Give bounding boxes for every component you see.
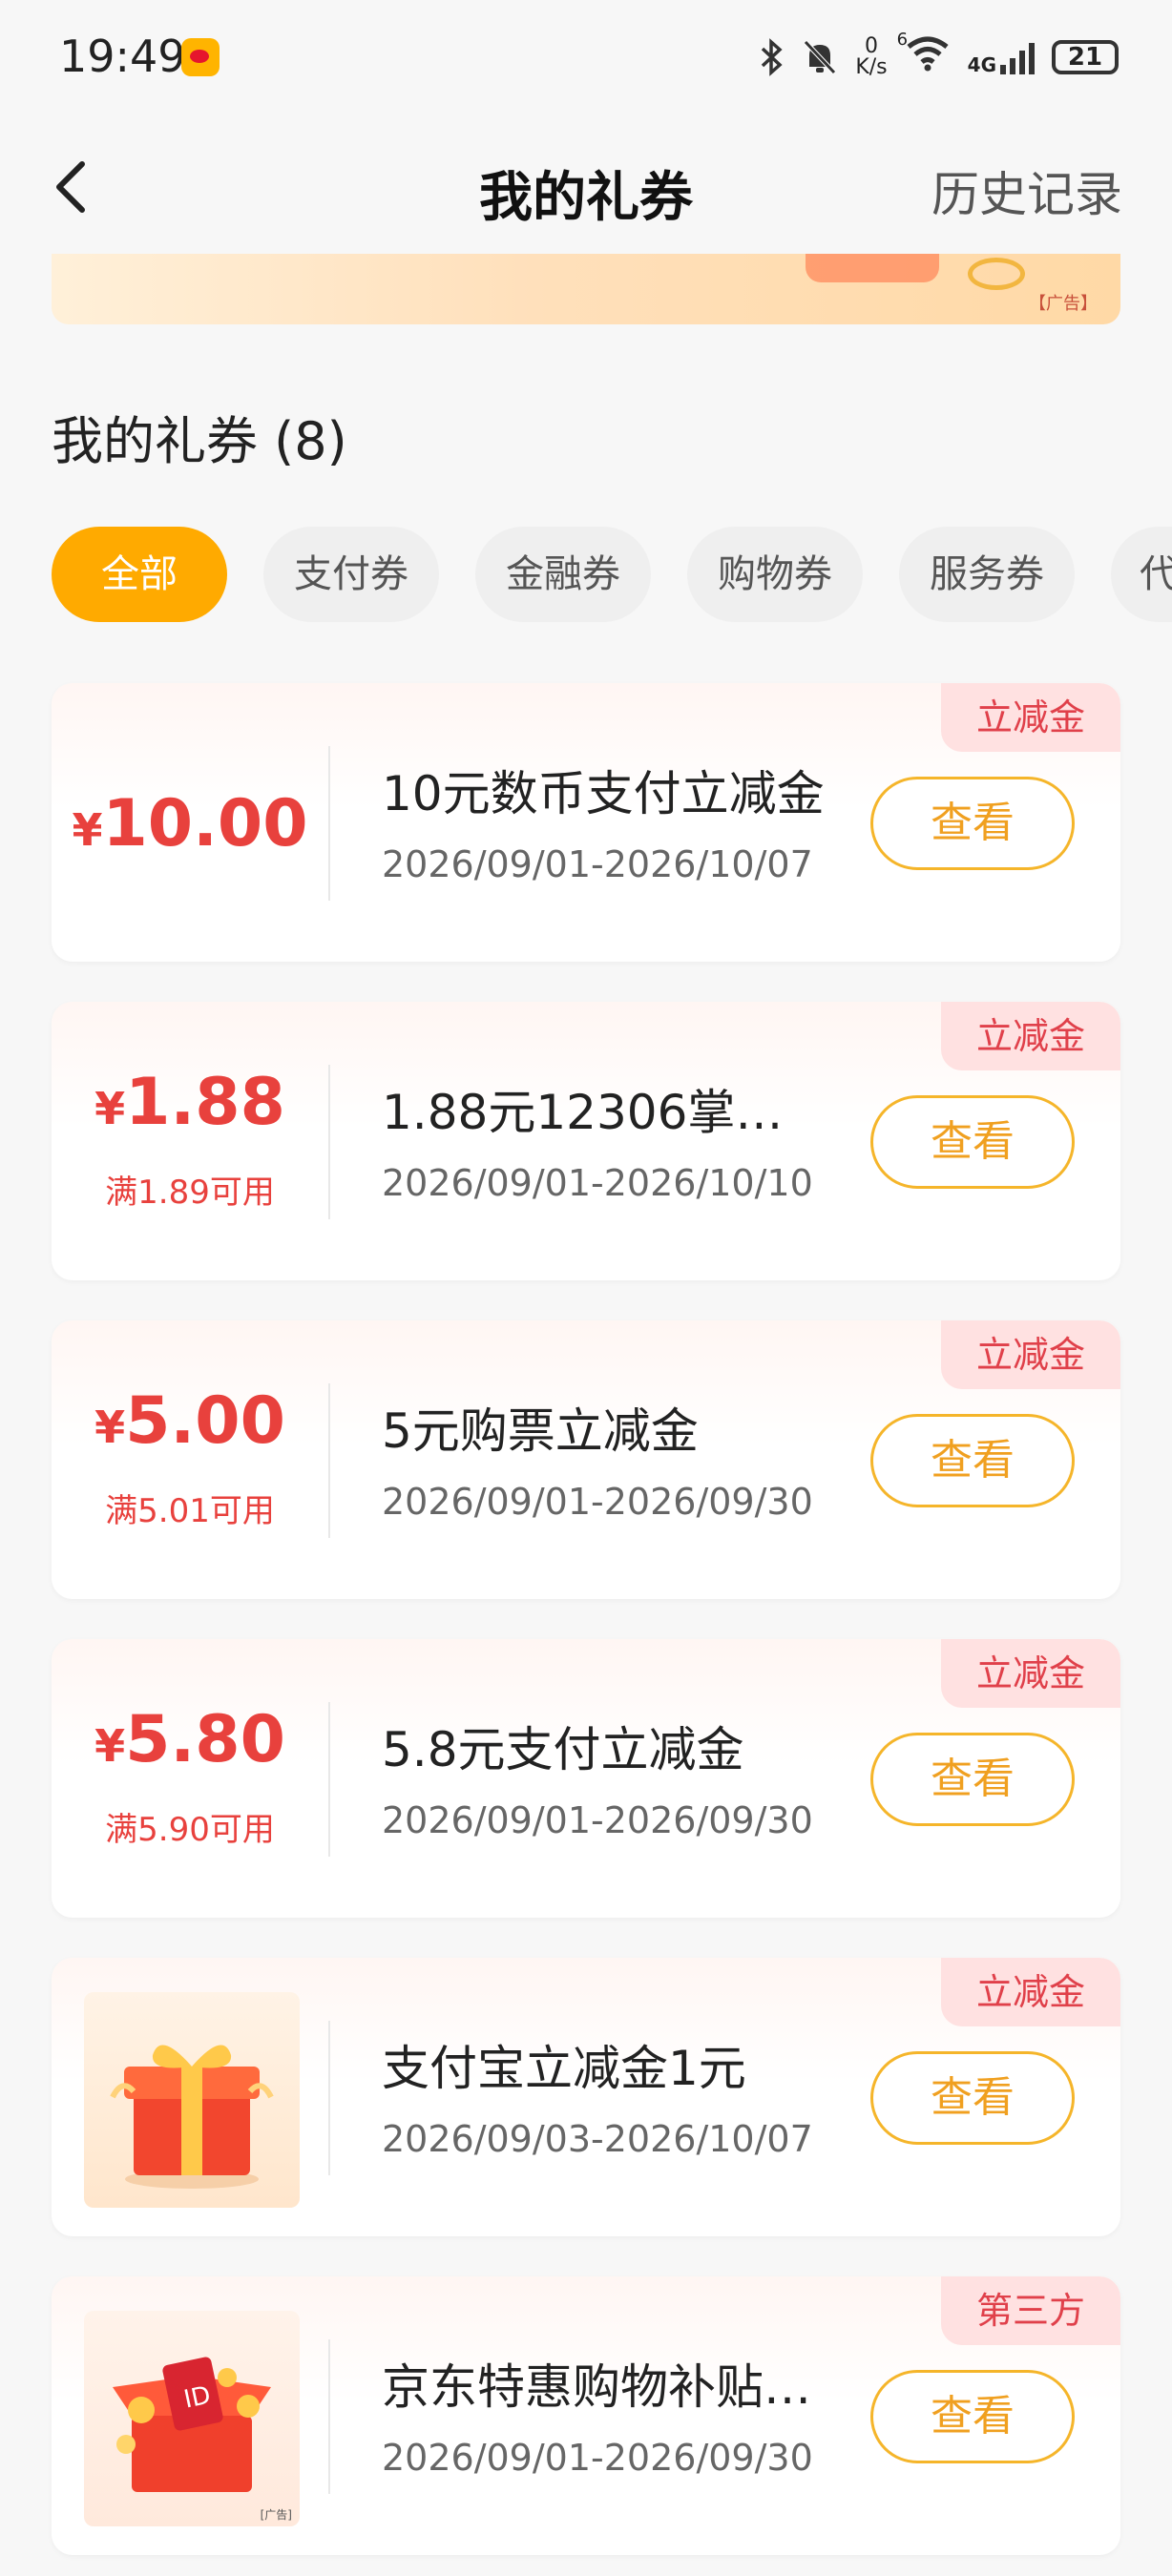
coupon-date: 2026/09/01-2026/09/30: [382, 1799, 813, 1841]
divider: [328, 2021, 330, 2175]
gift-box-icon: [110, 2045, 274, 2189]
mute-bell-icon: [804, 40, 837, 74]
view-button[interactable]: 查看: [870, 2051, 1075, 2145]
view-button[interactable]: 查看: [870, 1414, 1075, 1507]
battery-icon: 21: [1052, 40, 1119, 74]
coupon-amount: ¥1.88: [94, 1065, 285, 1140]
filter-tabs: 全部 支付券 金融券 购物券 服务券 代: [52, 527, 1172, 622]
nav-bar: 我的礼券 历史记录: [0, 134, 1172, 239]
coupon-tag: 立减金: [941, 1002, 1120, 1070]
coin-icon: [968, 258, 1025, 290]
view-button[interactable]: 查看: [870, 1733, 1075, 1826]
coupon-card[interactable]: 立减金 ¥5.80 满5.90可用 5.8元支付立减金 2026/09/01-2…: [52, 1639, 1120, 1918]
coupon-condition: 满1.89可用: [105, 1174, 275, 1212]
back-arrow-icon[interactable]: [50, 160, 97, 214]
coupon-tag: 第三方: [941, 2276, 1120, 2345]
coupon-card[interactable]: 立减金 支付宝立减金1元 2026/09/03-2026/10/07 查看: [52, 1958, 1120, 2236]
coupon-tag: 立减金: [941, 1320, 1120, 1389]
coupon-tag: 立减金: [941, 683, 1120, 752]
coupon-name: 5.8元支付立减金: [382, 1722, 744, 1777]
coupon-amount: ¥10.00: [72, 786, 308, 862]
coupon-date: 2026/09/01-2026/10/10: [382, 1162, 813, 1204]
coupon-card[interactable]: 立减金 ¥1.88 满1.89可用 1.88元12306掌银… 2026/09/…: [52, 1002, 1120, 1280]
coupon-name: 京东特惠购物补贴…: [382, 2359, 811, 2415]
tab-service[interactable]: 服务券: [899, 527, 1075, 622]
tab-payment[interactable]: 支付券: [263, 527, 439, 622]
coupon-date: 2026/09/03-2026/10/07: [382, 2118, 813, 2160]
coupon-amount: ¥5.00: [94, 1383, 285, 1459]
divider: [328, 746, 330, 901]
signal-icon: [1000, 40, 1035, 74]
coupon-name: 5元购票立减金: [382, 1403, 699, 1459]
coupon-date: 2026/09/01-2026/09/30: [382, 2437, 813, 2479]
wifi-indicator: 6: [897, 30, 951, 80]
image-ad-label: [广告]: [260, 2508, 292, 2522]
tab-all[interactable]: 全部: [52, 527, 227, 622]
section-title: 我的礼券 (8): [52, 411, 347, 471]
history-link[interactable]: 历史记录: [931, 156, 1122, 225]
status-bar: 19:49 0 K/s 6 4G 21: [0, 0, 1172, 114]
shopping-box-image: ID [广告]: [84, 2311, 300, 2526]
coupon-card[interactable]: 第三方 ID [广告] 京东特惠购物补贴… 2026/09/01-2026/09…: [52, 2276, 1120, 2555]
coupon-date: 2026/09/01-2026/09/30: [382, 1481, 813, 1523]
divider: [328, 2339, 330, 2494]
gift-box-image: [84, 1992, 300, 2208]
banner-decoration: [806, 254, 939, 282]
coupon-tag: 立减金: [941, 1639, 1120, 1708]
coupon-tag: 立减金: [941, 1958, 1120, 2026]
view-button[interactable]: 查看: [870, 777, 1075, 870]
ad-label: 【广告】: [1029, 294, 1098, 314]
ad-banner[interactable]: 【广告】: [52, 254, 1120, 324]
coupon-card[interactable]: 立减金 ¥10.00 10元数币支付立减金 2026/09/01-2026/10…: [52, 683, 1120, 962]
tab-partial[interactable]: 代: [1111, 527, 1172, 622]
coupon-name: 1.88元12306掌银…: [382, 1085, 830, 1140]
tab-shopping[interactable]: 购物券: [687, 527, 863, 622]
coupon-condition: 满5.01可用: [105, 1492, 275, 1530]
divider: [328, 1702, 330, 1857]
coupon-name: 10元数币支付立减金: [382, 766, 825, 821]
coupon-condition: 满5.90可用: [105, 1811, 275, 1849]
bluetooth-icon: [762, 38, 783, 76]
coupon-card[interactable]: 立减金 ¥5.00 满5.01可用 5元购票立减金 2026/09/01-202…: [52, 1320, 1120, 1599]
shopping-box-icon: ID: [113, 2357, 271, 2492]
tab-finance[interactable]: 金融券: [475, 527, 651, 622]
weibo-icon: [181, 38, 220, 76]
divider: [328, 1383, 330, 1538]
view-button[interactable]: 查看: [870, 1095, 1075, 1189]
coupon-name: 支付宝立减金1元: [382, 2041, 746, 2096]
status-time: 19:49: [59, 31, 186, 82]
coupon-date: 2026/09/01-2026/10/07: [382, 843, 813, 885]
divider: [328, 1065, 330, 1219]
coupon-amount: ¥5.80: [94, 1702, 285, 1777]
view-button[interactable]: 查看: [870, 2370, 1075, 2463]
cellular-indicator: 4G: [968, 40, 1035, 74]
wifi-icon: [907, 36, 949, 71]
net-speed: 0 K/s: [855, 34, 888, 79]
